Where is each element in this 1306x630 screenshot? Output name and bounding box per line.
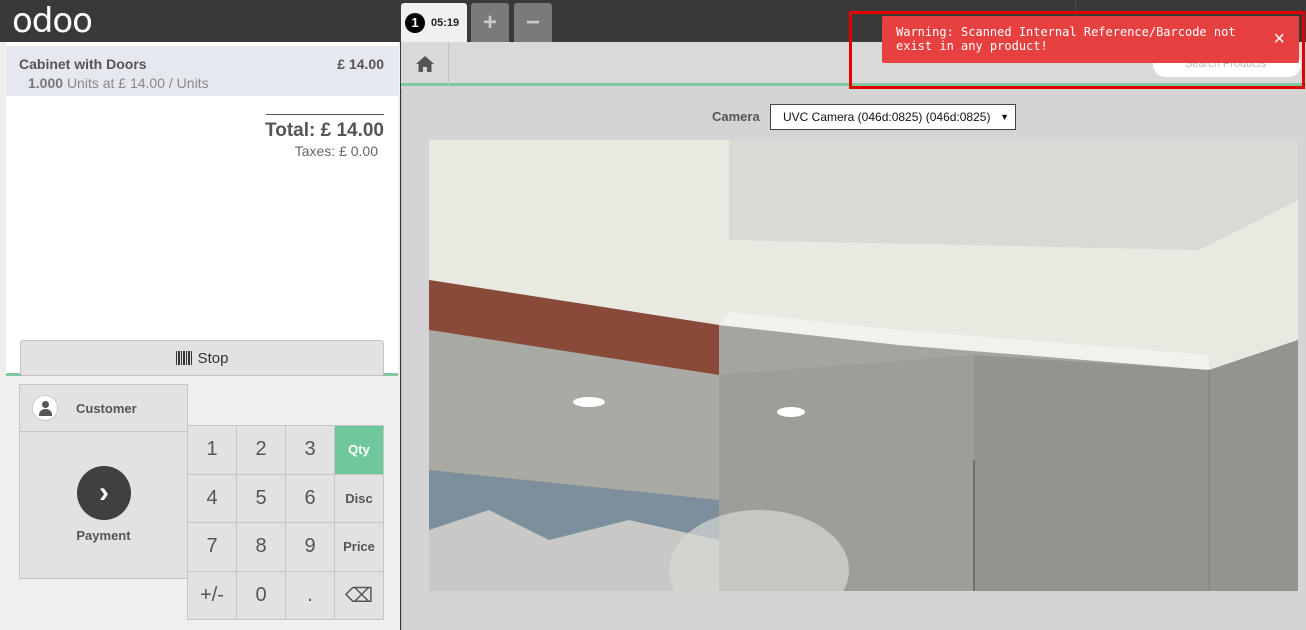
camera-feed-image [429, 140, 1298, 591]
payment-label: Payment [76, 528, 131, 543]
product-screen: Search Products Camera UVC Camera (046d:… [401, 42, 1306, 630]
home-button[interactable] [401, 42, 449, 86]
numpad: 1 2 3 Qty 4 5 6 Disc 7 8 9 Price +/- 0 .… [187, 425, 384, 620]
camera-select[interactable]: UVC Camera (046d:0825) (046d:0825) ▼ [770, 104, 1016, 130]
order-line[interactable]: Cabinet with Doors £ 14.00 1.000 Units a… [6, 46, 398, 96]
numpad-key-plusminus[interactable]: +/- [187, 570, 237, 620]
numpad-key-8[interactable]: 8 [236, 522, 286, 572]
warning-message: Warning: Scanned Internal Reference/Barc… [896, 25, 1236, 53]
numpad-key-4[interactable]: 4 [187, 473, 237, 523]
barcode-camera-view: Camera UVC Camera (046d:0825) (046d:0825… [401, 89, 1306, 630]
remove-order-button[interactable]: − [514, 3, 552, 42]
action-pad: Customer › Payment [19, 384, 188, 579]
stop-label: Stop [197, 349, 229, 367]
order-time: 05:19 [431, 16, 460, 29]
home-icon [415, 56, 434, 72]
numpad-key-6[interactable]: 6 [285, 473, 335, 523]
camera-label: Camera [712, 109, 760, 124]
close-icon[interactable]: × [1273, 29, 1285, 49]
order-number-badge: 1 [405, 12, 425, 33]
numpad-key-1[interactable]: 1 [187, 425, 237, 475]
odoo-logo: odoo [12, 1, 93, 41]
new-order-button[interactable]: + [471, 3, 509, 42]
order-line-unit-info: Units at £ 14.00 / Units [66, 75, 209, 91]
barcode-icon [175, 351, 192, 365]
camera-select-value: UVC Camera (046d:0825) (046d:0825) [783, 110, 991, 124]
mode-disc-button[interactable]: Disc [334, 473, 384, 523]
order-line-product-name: Cabinet with Doors [19, 56, 147, 72]
order-line-info: 1.000 Units at £ 14.00 / Units [28, 75, 209, 91]
numpad-key-7[interactable]: 7 [187, 522, 237, 572]
order-line-price: £ 14.00 [337, 56, 384, 72]
numpad-key-3[interactable]: 3 [285, 425, 335, 475]
numpad-key-5[interactable]: 5 [236, 473, 286, 523]
order-line-quantity: 1.000 [28, 75, 64, 91]
payment-button[interactable]: › Payment [19, 432, 188, 579]
numpad-key-9[interactable]: 9 [285, 522, 335, 572]
chevron-right-icon: › [77, 466, 131, 520]
customer-label: Customer [76, 400, 137, 416]
warning-notification: Warning: Scanned Internal Reference/Barc… [882, 16, 1299, 63]
order-tab-active[interactable]: 1 05:19 [401, 3, 467, 42]
mode-price-button[interactable]: Price [334, 522, 384, 572]
dropdown-arrow-icon: ▼ [1000, 112, 1009, 122]
order-container: Cabinet with Doors £ 14.00 1.000 Units a… [6, 42, 398, 373]
barcode-stop-button[interactable]: Stop [20, 340, 384, 376]
order-taxes: Taxes: £ 0.00 [294, 143, 378, 159]
order-total: Total: £ 14.00 [265, 120, 384, 141]
backspace-icon[interactable]: ⌫ [334, 570, 384, 620]
user-icon [32, 395, 58, 421]
numpad-key-2[interactable]: 2 [236, 425, 286, 475]
customer-button[interactable]: Customer [19, 384, 188, 432]
summary-divider [266, 114, 384, 115]
numpad-key-dot[interactable]: . [285, 570, 335, 620]
numpad-key-0[interactable]: 0 [236, 570, 286, 620]
camera-feed [429, 140, 1298, 591]
mode-qty-button[interactable]: Qty [334, 425, 384, 475]
